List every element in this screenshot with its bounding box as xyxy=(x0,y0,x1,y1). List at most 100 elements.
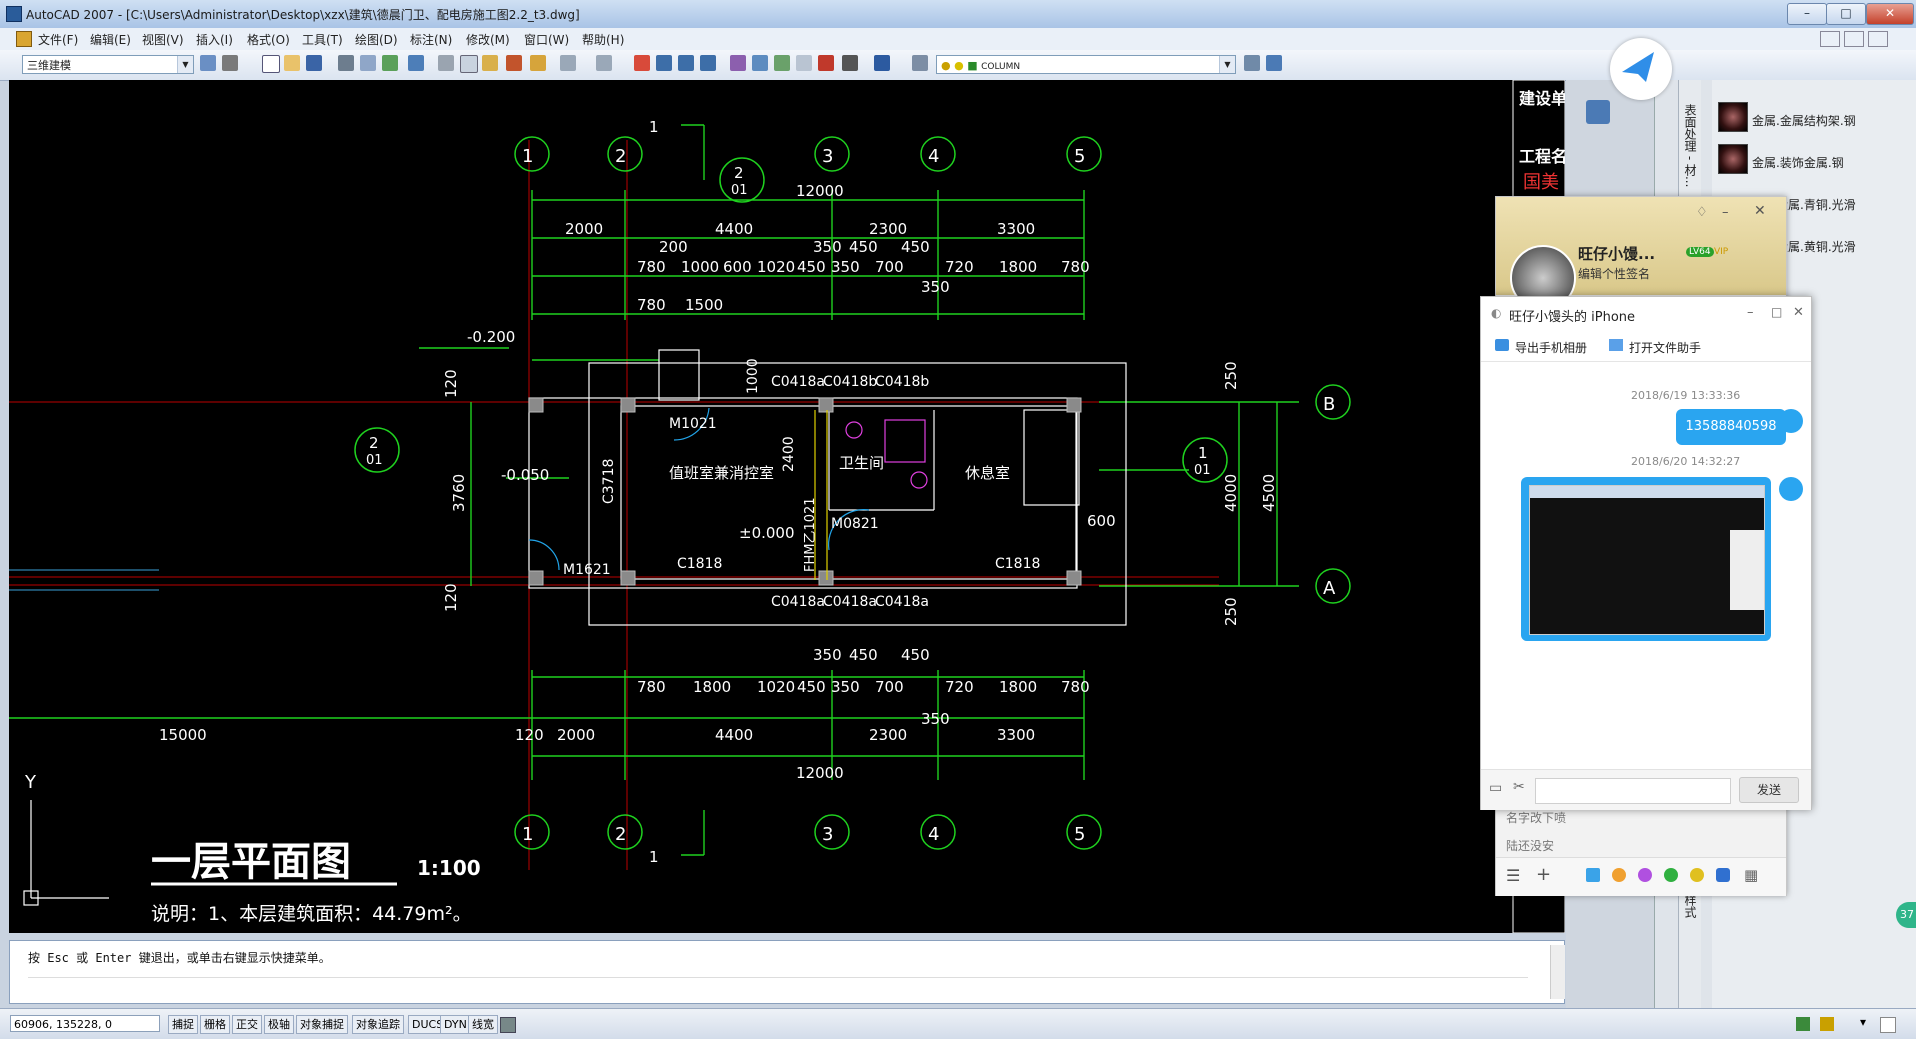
clean-screen-icon[interactable] xyxy=(1880,1017,1896,1033)
command-scrollbar[interactable] xyxy=(1550,945,1565,999)
workspace-select[interactable]: 三维建模 ▼ xyxy=(22,55,194,74)
autocad-app-icon[interactable] xyxy=(6,6,22,22)
menu-icon[interactable]: ☰ xyxy=(1506,866,1520,885)
layer-select[interactable]: ● ● ■ COLUMN ▼ xyxy=(936,55,1236,74)
scissors-icon[interactable]: ✂ xyxy=(1513,779,1525,795)
drawing-canvas[interactable]: 1 2 3 4 5 1 2 3 4 5 B A 2 01 2 01 1 01 1… xyxy=(9,80,1565,933)
workspace-settings-icon[interactable] xyxy=(200,55,216,71)
help-icon[interactable] xyxy=(874,55,890,71)
markup-icon[interactable] xyxy=(818,55,834,71)
chevron-down-icon[interactable]: ▾ xyxy=(1860,1015,1866,1029)
workspace-save-icon[interactable] xyxy=(222,55,238,71)
material-swatch[interactable] xyxy=(1718,102,1748,132)
menu-draw[interactable]: 绘图(D) xyxy=(355,31,398,48)
redo-icon[interactable] xyxy=(596,55,612,71)
calculator-icon[interactable] xyxy=(842,55,858,71)
menu-format[interactable]: 格式(O) xyxy=(247,31,290,48)
lineweight-toggle[interactable]: 线宽 xyxy=(468,1015,498,1034)
paste-icon[interactable] xyxy=(482,55,498,71)
contact-item-1[interactable]: 名字改下喷 xyxy=(1506,809,1566,826)
grid-icon[interactable]: ▦ xyxy=(1744,866,1758,884)
send-button[interactable]: 发送 xyxy=(1739,777,1799,803)
snap-toggle[interactable]: 捕捉 xyxy=(168,1015,198,1034)
message-bubble[interactable]: 13588840598 xyxy=(1676,409,1786,445)
app-icon[interactable] xyxy=(1612,868,1626,882)
otrack-toggle[interactable]: 对象追踪 xyxy=(352,1015,404,1034)
file-helper-button[interactable]: 打开文件助手 xyxy=(1629,339,1701,356)
chat-close-button[interactable]: ✕ xyxy=(1793,305,1804,320)
model-icon[interactable] xyxy=(500,1017,516,1033)
cut-icon[interactable] xyxy=(438,55,454,71)
doc-close-button[interactable] xyxy=(1868,31,1888,47)
print-preview-icon[interactable] xyxy=(360,55,376,71)
document-icon[interactable] xyxy=(16,31,32,47)
match-properties-icon[interactable] xyxy=(506,55,522,71)
design-center-icon[interactable] xyxy=(752,55,768,71)
toolbar-lock-icon[interactable] xyxy=(1820,1017,1834,1031)
publish-icon[interactable] xyxy=(382,55,398,71)
chat-maximize-button[interactable]: □ xyxy=(1771,305,1782,319)
doc-restore-button[interactable] xyxy=(1844,31,1864,47)
layer-previous-icon[interactable] xyxy=(1266,55,1282,71)
menu-window[interactable]: 窗口(W) xyxy=(524,31,569,48)
dyn-toggle[interactable]: DYN xyxy=(440,1015,471,1034)
lock-icon[interactable] xyxy=(1796,1017,1810,1031)
menu-edit[interactable]: 编辑(E) xyxy=(90,31,131,48)
new-file-icon[interactable] xyxy=(262,55,280,73)
menu-view[interactable]: 视图(V) xyxy=(142,31,184,48)
image-message[interactable] xyxy=(1521,477,1771,641)
chat-minimize-button[interactable]: – xyxy=(1747,305,1754,320)
close-button[interactable]: ✕ xyxy=(1866,3,1914,25)
polar-toggle[interactable]: 极轴 xyxy=(264,1015,294,1034)
block-editor-icon[interactable] xyxy=(530,55,546,71)
material-swatch[interactable] xyxy=(1718,144,1748,174)
minimize-button[interactable]: – xyxy=(1787,3,1827,25)
command-line[interactable]: 按 Esc 或 Enter 键退出，或单击右键显示快捷菜单。 xyxy=(9,940,1565,1004)
app-icon[interactable] xyxy=(1690,868,1704,882)
palette-item-1[interactable]: 金属.金属结构架.钢 xyxy=(1752,112,1856,129)
contact-item-2[interactable]: 陆还没安 xyxy=(1506,837,1554,854)
app-icon[interactable] xyxy=(1638,868,1652,882)
folder-icon[interactable]: ▭ xyxy=(1489,780,1502,796)
3d-dwf-icon[interactable] xyxy=(408,55,424,71)
app-icon[interactable] xyxy=(1664,868,1678,882)
doc-minimize-button[interactable] xyxy=(1820,31,1840,47)
signature-field[interactable]: 编辑个性签名 xyxy=(1578,265,1650,282)
print-icon[interactable] xyxy=(338,55,354,71)
export-album-button[interactable]: 导出手机相册 xyxy=(1515,339,1587,356)
undo-icon[interactable] xyxy=(560,55,576,71)
notification-badge[interactable]: 37 xyxy=(1896,902,1916,928)
menu-dimension[interactable]: 标注(N) xyxy=(410,31,452,48)
material-sphere-icon[interactable] xyxy=(1586,100,1610,124)
minimize-icon[interactable]: – xyxy=(1722,205,1729,220)
ortho-toggle[interactable]: 正交 xyxy=(232,1015,262,1034)
app-icon[interactable] xyxy=(1586,868,1600,882)
menu-modify[interactable]: 修改(M) xyxy=(466,31,510,48)
open-file-icon[interactable] xyxy=(284,55,300,71)
bird-icon[interactable] xyxy=(1610,38,1672,100)
sheet-set-icon[interactable] xyxy=(796,55,812,71)
zoom-window-icon[interactable] xyxy=(678,55,694,71)
make-layer-current-icon[interactable] xyxy=(1244,55,1260,71)
pan-icon[interactable] xyxy=(634,55,650,71)
grid-toggle[interactable]: 栅格 xyxy=(200,1015,230,1034)
shield-icon[interactable] xyxy=(1716,868,1730,882)
menu-help[interactable]: 帮助(H) xyxy=(582,31,624,48)
menu-file[interactable]: 文件(F) xyxy=(38,31,78,48)
palette-tab-surface[interactable]: 表面处理 - 材... xyxy=(1682,104,1699,187)
zoom-previous-icon[interactable] xyxy=(700,55,716,71)
close-icon[interactable]: ✕ xyxy=(1754,203,1766,219)
tool-palettes-icon[interactable] xyxy=(774,55,790,71)
maximize-button[interactable]: □ xyxy=(1826,3,1866,25)
properties-icon[interactable] xyxy=(730,55,746,71)
skin-icon[interactable]: ♢ xyxy=(1696,205,1708,220)
copy-icon[interactable] xyxy=(460,55,478,73)
save-icon[interactable] xyxy=(306,55,322,71)
osnap-toggle[interactable]: 对象捕捉 xyxy=(296,1015,348,1034)
menu-insert[interactable]: 插入(I) xyxy=(196,31,233,48)
chat-input[interactable] xyxy=(1535,778,1731,804)
layer-manager-icon[interactable] xyxy=(912,55,928,71)
add-icon[interactable]: + xyxy=(1536,864,1551,885)
zoom-realtime-icon[interactable] xyxy=(656,55,672,71)
menu-tools[interactable]: 工具(T) xyxy=(302,31,343,48)
